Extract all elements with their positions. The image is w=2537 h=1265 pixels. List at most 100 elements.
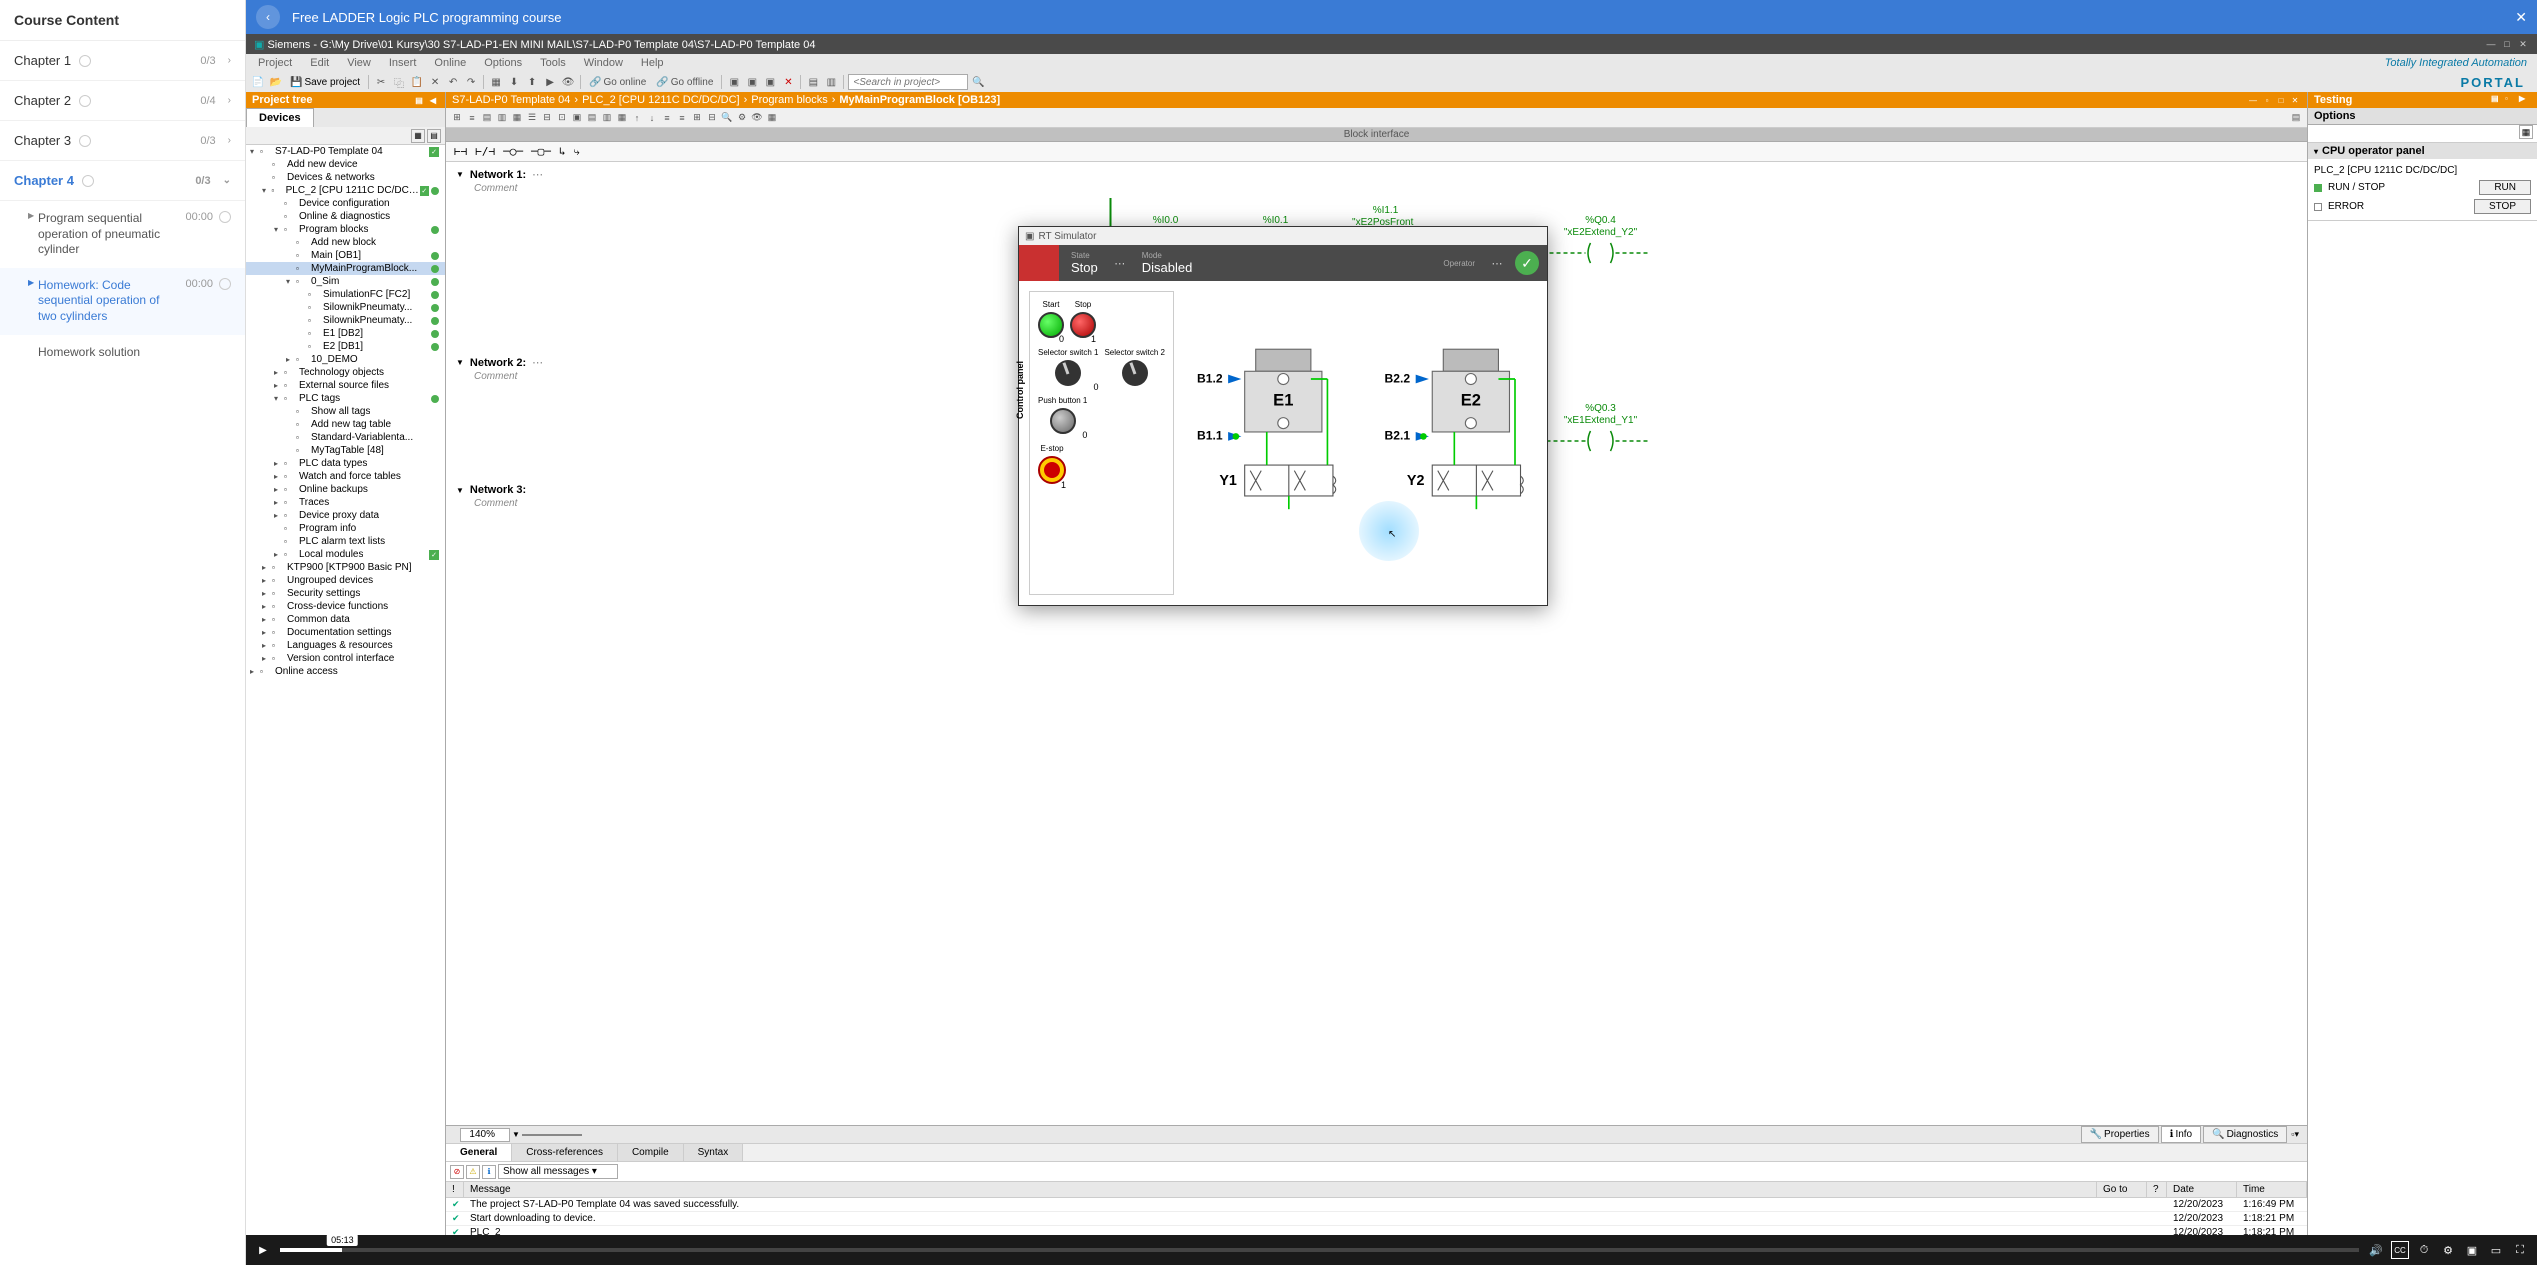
editor-tool-icon[interactable]: ▤ <box>480 111 494 125</box>
message-row[interactable]: ✔Start downloading to device.12/20/20231… <box>446 1212 2307 1226</box>
chapter-1[interactable]: Chapter 1 0/3› <box>0 41 245 81</box>
editor-tool-icon[interactable]: ⊞ <box>450 111 464 125</box>
editor-tool-icon[interactable]: ▦ <box>765 111 779 125</box>
connect-icon[interactable]: ⤷ <box>574 145 580 159</box>
go-online-button[interactable]: 🔗 Go online <box>585 77 650 88</box>
editor-tool-icon[interactable]: ⊟ <box>705 111 719 125</box>
search-icon[interactable]: 🔍 <box>970 74 986 90</box>
stop-button[interactable]: STOP <box>2474 199 2531 214</box>
minimize-icon[interactable]: — <box>2247 94 2259 106</box>
menu-window[interactable]: Window <box>576 55 631 71</box>
search-input[interactable] <box>848 74 968 90</box>
editor-tool-icon[interactable]: ⊡ <box>555 111 569 125</box>
editor-tool-icon[interactable]: ⊟ <box>540 111 554 125</box>
tree-item[interactable]: ▫Standard-Variablenta... <box>246 431 445 444</box>
tree-item[interactable]: ▸▫Traces <box>246 496 445 509</box>
options-icon[interactable]: ▦ <box>2519 125 2533 139</box>
tree-item[interactable]: ▸▫Security settings <box>246 587 445 600</box>
compile-subtab[interactable]: Compile <box>618 1144 684 1161</box>
tree-item[interactable]: ▫Main [OB1] <box>246 249 445 262</box>
tree-view-icon[interactable]: ▤ <box>427 129 441 143</box>
speed-icon[interactable]: ⏱ <box>2415 1241 2433 1259</box>
lesson-program-sequential[interactable]: ▶ Program sequential operation of pneuma… <box>0 201 245 268</box>
editor-tool-icon[interactable]: ▥ <box>600 111 614 125</box>
coil-icon[interactable]: ─◯─ <box>503 145 523 158</box>
operator-menu-icon[interactable]: ⋯ <box>1487 257 1507 270</box>
menu-insert[interactable]: Insert <box>381 55 425 71</box>
toolbar-icon[interactable]: ▣ <box>726 74 742 90</box>
zoom-input[interactable] <box>460 1128 510 1142</box>
delete-icon[interactable]: ✕ <box>427 74 443 90</box>
state-menu-icon[interactable]: ⋯ <box>1110 257 1130 270</box>
menu-options[interactable]: Options <box>476 55 530 71</box>
tree-item[interactable]: ▫Show all tags <box>246 405 445 418</box>
tree-item[interactable]: ▫SilownikPneumaty... <box>246 314 445 327</box>
editor-tool-icon[interactable]: ▦ <box>615 111 629 125</box>
tree-item[interactable]: ▫Add new tag table <box>246 418 445 431</box>
syntax-subtab[interactable]: Syntax <box>684 1144 744 1161</box>
editor-tool-icon[interactable]: ☰ <box>525 111 539 125</box>
tree-item[interactable]: ▫Online & diagnostics <box>246 210 445 223</box>
tree-item[interactable]: ▸▫Version control interface <box>246 652 445 665</box>
maximize-icon[interactable]: □ <box>2275 94 2287 106</box>
tree-item[interactable]: ▸▫KTP900 [KTP900 Basic PN] <box>246 561 445 574</box>
warn-filter-icon[interactable]: ⚠ <box>466 1165 480 1179</box>
tree-item[interactable]: ▸▫External source files <box>246 379 445 392</box>
tree-item[interactable]: ▸▫Cross-device functions <box>246 600 445 613</box>
chapter-4[interactable]: Chapter 4 0/3⌄ <box>0 161 245 201</box>
block-interface-bar[interactable]: Block interface <box>446 128 2307 142</box>
error-filter-icon[interactable]: ⊘ <box>450 1165 464 1179</box>
devices-tab[interactable]: Devices <box>246 108 314 127</box>
video-progress[interactable]: 05:13 <box>280 1248 2359 1252</box>
upload-icon[interactable]: ⬆ <box>524 74 540 90</box>
chapter-2[interactable]: Chapter 2 0/4› <box>0 81 245 121</box>
selector-2[interactable] <box>1122 360 1148 386</box>
editor-tool-icon[interactable]: ⚙ <box>735 111 749 125</box>
editor-tool-icon[interactable]: ↓ <box>645 111 659 125</box>
editor-tool-icon[interactable]: ▤ <box>585 111 599 125</box>
theater-icon[interactable]: ▭ <box>2487 1241 2505 1259</box>
tree-item[interactable]: ▾▫PLC_2 [CPU 1211C DC/DC/DC]✓ <box>246 184 445 197</box>
tree-item[interactable]: ▫SilownikPneumaty... <box>246 301 445 314</box>
tree-item[interactable]: ▸▫Documentation settings <box>246 626 445 639</box>
editor-tool-icon[interactable]: ≡ <box>660 111 674 125</box>
general-subtab[interactable]: General <box>446 1144 512 1161</box>
tree-item[interactable]: ▫Device configuration <box>246 197 445 210</box>
fullscreen-icon[interactable]: ⛶ <box>2511 1241 2529 1259</box>
tree-item[interactable]: ▸▫Device proxy data <box>246 509 445 522</box>
play-button[interactable]: ▶ <box>254 1241 272 1259</box>
download-icon[interactable]: ⬇ <box>506 74 522 90</box>
undo-icon[interactable]: ↶ <box>445 74 461 90</box>
tree-item[interactable]: ▫Add new block <box>246 236 445 249</box>
tree-item[interactable]: ▫SimulationFC [FC2] <box>246 288 445 301</box>
contact-no-icon[interactable]: ⊢⊣ <box>454 145 467 158</box>
contact-nc-icon[interactable]: ⊢/⊣ <box>475 145 495 158</box>
editor-tool-icon[interactable]: 👁 <box>750 111 764 125</box>
tree-item[interactable]: ▸▫Technology objects <box>246 366 445 379</box>
info-tab[interactable]: ℹInfo <box>2161 1126 2202 1143</box>
minimize-icon[interactable]: — <box>2485 38 2497 50</box>
maximize-icon[interactable]: □ <box>2501 38 2513 50</box>
push-button-1[interactable] <box>1050 408 1076 434</box>
menu-edit[interactable]: Edit <box>302 55 337 71</box>
paste-icon[interactable]: 📋 <box>409 74 425 90</box>
tree-item[interactable]: ▾▫Program blocks <box>246 223 445 236</box>
editor-tool-icon[interactable]: ≡ <box>465 111 479 125</box>
rt-simulator-window[interactable]: ▣ RT Simulator State Stop ⋯ Mode Disable… <box>1018 226 1548 606</box>
tree-view-icon[interactable]: ▦ <box>411 129 425 143</box>
editor-tool-icon[interactable]: ▦ <box>510 111 524 125</box>
volume-icon[interactable]: 🔊 <box>2367 1241 2385 1259</box>
project-tree[interactable]: ▾▫S7-LAD-P0 Template 04✓▫Add new device▫… <box>246 145 445 1236</box>
tree-item[interactable]: ▸▫Watch and force tables <box>246 470 445 483</box>
lesson-homework-code[interactable]: ▶ Homework: Code sequential operation of… <box>0 268 245 335</box>
message-filter-dropdown[interactable]: Show all messages ▾ <box>498 1164 618 1179</box>
tree-item[interactable]: ▫Add new device <box>246 158 445 171</box>
tree-item[interactable]: ▾▫0_Sim <box>246 275 445 288</box>
tree-item[interactable]: ▸▫Languages & resources <box>246 639 445 652</box>
rt-titlebar[interactable]: ▣ RT Simulator <box>1019 227 1547 245</box>
editor-tool-icon[interactable]: ▤ <box>2289 111 2303 125</box>
go-offline-button[interactable]: 🔗 Go offline <box>652 77 717 88</box>
tree-item[interactable]: ▫E1 [DB2] <box>246 327 445 340</box>
tree-item[interactable]: ▸▫Local modules✓ <box>246 548 445 561</box>
selector-1[interactable] <box>1055 360 1081 386</box>
